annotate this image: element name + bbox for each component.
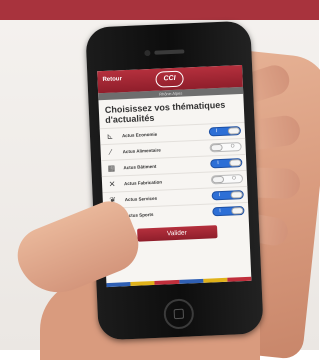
toggle-mark: I: [219, 208, 221, 215]
front-camera: [144, 49, 151, 57]
toggle-knob: [227, 127, 241, 135]
topic-label: Actus Alimentaire: [122, 147, 161, 155]
topic-label: Actus Bâtiment: [123, 163, 157, 171]
home-button[interactable]: [163, 298, 195, 330]
topic-toggle[interactable]: I: [211, 190, 244, 201]
toggle-mark: I: [215, 128, 218, 135]
topic-label: Actus Fabrication: [123, 179, 163, 187]
topic-label: Actus Services: [124, 195, 158, 203]
top-color-band: [0, 0, 319, 20]
cci-logo: CCI: [155, 70, 184, 88]
chart-icon: ⊾: [106, 131, 114, 141]
smartphone: Retour CCI Rhône-Alpes Choisissez vos th…: [85, 20, 264, 341]
toggle-knob: [230, 191, 243, 199]
building-icon: ▦: [107, 163, 116, 173]
topic-toggle[interactable]: O: [209, 142, 242, 153]
topic-label: Actus Sports: [125, 211, 154, 219]
topic-label: Actus Economie: [121, 131, 158, 139]
topic-toggle[interactable]: I: [210, 158, 243, 169]
color-stripe: [106, 276, 252, 288]
earpiece-speaker: [154, 49, 185, 55]
stripe-segment: [130, 280, 155, 287]
stripe-segment: [178, 278, 204, 284]
toggle-knob: [231, 207, 244, 215]
back-button[interactable]: Retour: [102, 76, 122, 83]
toggle-mark: O: [231, 175, 237, 182]
validate-button[interactable]: Valider: [136, 225, 218, 242]
toggle-knob: [210, 143, 223, 152]
stripe-segment: [227, 276, 252, 282]
stripe-segment: [106, 282, 131, 288]
stripe-segment: [154, 279, 180, 285]
toggle-mark: I: [217, 160, 219, 167]
toggle-mark: O: [230, 143, 235, 150]
toggle-knob: [229, 159, 242, 167]
tools-icon: ✕: [108, 179, 116, 189]
topic-toggle[interactable]: O: [210, 174, 244, 185]
toggle-mark: I: [218, 192, 221, 199]
topic-toggle[interactable]: I: [212, 205, 245, 217]
knife-icon: ∕: [109, 147, 112, 157]
topic-toggle[interactable]: I: [208, 126, 242, 137]
toggle-knob: [211, 175, 225, 184]
stripe-segment: [203, 277, 228, 283]
